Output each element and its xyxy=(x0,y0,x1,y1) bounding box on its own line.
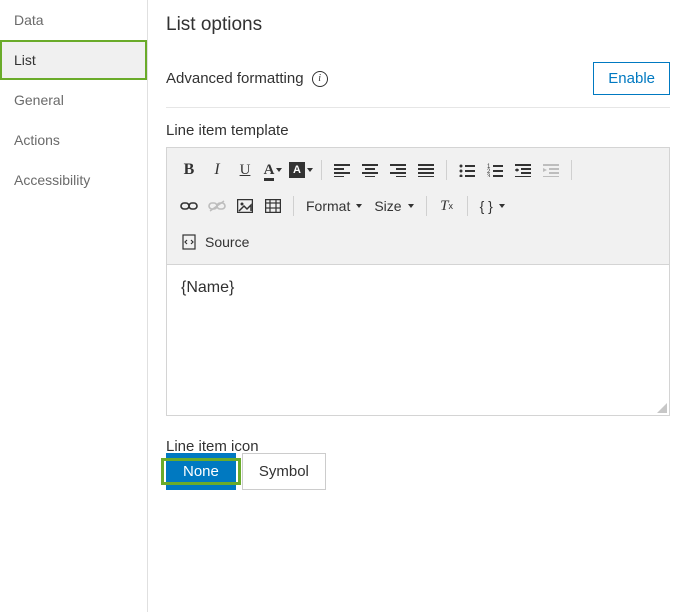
outdent-icon[interactable] xyxy=(510,156,536,184)
size-dropdown[interactable]: Size xyxy=(368,198,419,214)
source-icon[interactable] xyxy=(176,228,202,256)
toolbar-separator xyxy=(571,160,572,180)
sidebar: Data List General Actions Accessibility xyxy=(0,0,148,612)
align-justify-icon[interactable] xyxy=(413,156,439,184)
numbered-list-icon[interactable]: 123 xyxy=(482,156,508,184)
indent-icon[interactable] xyxy=(538,156,564,184)
source-button[interactable]: Source xyxy=(203,234,255,250)
unlink-icon[interactable] xyxy=(204,192,230,220)
editor-content: {Name} xyxy=(181,279,234,296)
underline-icon[interactable]: U xyxy=(232,156,258,184)
sidebar-item-accessibility[interactable]: Accessibility xyxy=(0,160,147,200)
segment-symbol[interactable]: Symbol xyxy=(242,453,326,490)
format-dropdown[interactable]: Format xyxy=(300,198,368,214)
main-panel: List options Advanced formatting i Enabl… xyxy=(148,0,688,612)
background-color-icon[interactable]: A xyxy=(288,156,314,184)
enable-button[interactable]: Enable xyxy=(593,62,670,95)
italic-icon[interactable]: I xyxy=(204,156,230,184)
table-icon[interactable] xyxy=(260,192,286,220)
svg-text:3: 3 xyxy=(487,174,491,177)
resize-grip-icon[interactable] xyxy=(657,403,667,413)
editor-textarea[interactable]: {Name} xyxy=(167,265,669,415)
bold-icon[interactable]: B xyxy=(176,156,202,184)
sidebar-item-actions[interactable]: Actions xyxy=(0,120,147,160)
sidebar-item-data[interactable]: Data xyxy=(0,0,147,40)
bullet-list-icon[interactable] xyxy=(454,156,480,184)
link-icon[interactable] xyxy=(176,192,202,220)
page-title: List options xyxy=(166,14,670,36)
text-color-icon[interactable]: A xyxy=(260,156,286,184)
advanced-formatting-label: Advanced formatting xyxy=(166,70,304,87)
align-center-icon[interactable] xyxy=(357,156,383,184)
editor-toolbar: B I U A A xyxy=(167,148,669,265)
align-left-icon[interactable] xyxy=(329,156,355,184)
segment-none-highlight: None xyxy=(166,463,236,480)
advanced-formatting-row: Advanced formatting i Enable xyxy=(166,62,670,108)
toolbar-separator xyxy=(426,196,427,216)
toolbar-separator xyxy=(446,160,447,180)
toolbar-separator xyxy=(467,196,468,216)
toolbar-separator xyxy=(321,160,322,180)
rich-text-editor: B I U A A xyxy=(166,147,670,416)
sidebar-item-general[interactable]: General xyxy=(0,80,147,120)
sidebar-item-list[interactable]: List xyxy=(0,40,147,80)
template-label: Line item template xyxy=(166,122,670,139)
image-icon[interactable] xyxy=(232,192,258,220)
app-root: Data List General Actions Accessibility … xyxy=(0,0,688,612)
toolbar-separator xyxy=(293,196,294,216)
segment-none[interactable]: None xyxy=(166,453,236,490)
align-right-icon[interactable] xyxy=(385,156,411,184)
info-icon[interactable]: i xyxy=(312,71,328,87)
clear-format-icon[interactable]: Tx xyxy=(434,192,460,220)
fields-dropdown[interactable]: { } xyxy=(474,198,511,214)
